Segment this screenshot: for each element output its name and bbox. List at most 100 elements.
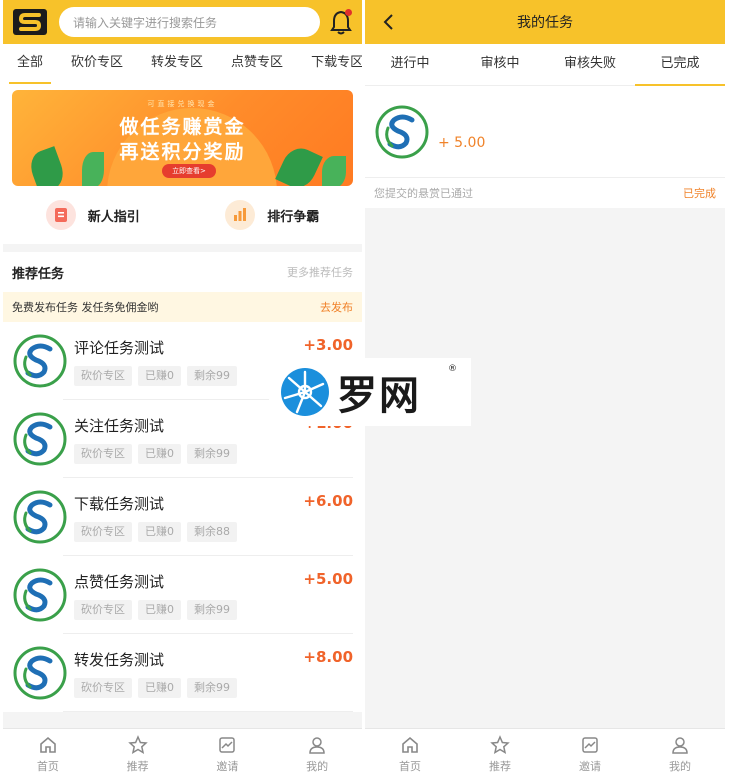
registered-mark: ® [448, 364, 457, 374]
publish-notice: 免费发布任务 发任务免佣金哟 去发布 [3, 292, 362, 322]
bottom-tab-bar: 首页 推荐 邀请 我的 [3, 728, 362, 780]
task-chip: 剩余99 [187, 677, 237, 698]
banner-cta-button[interactable]: 立即查看> [162, 164, 216, 178]
more-recommended-link[interactable]: 更多推荐任务 [287, 264, 353, 280]
tab-home[interactable]: 首页 [365, 729, 455, 780]
banner-tag: 可直接兑换现金 [147, 100, 218, 108]
tab-invite[interactable]: 邀请 [545, 729, 635, 780]
invite-icon [582, 737, 598, 753]
search-placeholder: 请输入关键字进行搜索任务 [73, 15, 218, 30]
tab-review-failed[interactable]: 审核失败 [545, 44, 635, 85]
my-task-card[interactable]: + 5.00 您提交的悬赏已通过 已完成 [365, 86, 725, 208]
task-reward: +6.00 [303, 492, 353, 510]
my-task-amount: + 5.00 [438, 134, 486, 151]
task-reward: +8.00 [303, 648, 353, 666]
user-icon [672, 737, 688, 754]
task-chips: 砍价专区 已赚0 剩余99 [74, 599, 353, 620]
bottom-tab-bar-right: 首页 推荐 邀请 我的 [365, 728, 725, 780]
task-avatar-icon [13, 568, 67, 622]
tab-download[interactable]: 下载专区 [297, 44, 362, 84]
notice-text: 免费发布任务 发任务免佣金哟 [12, 301, 159, 314]
my-tasks-header: 我的任务 [365, 0, 725, 44]
guide-icon [45, 200, 76, 230]
task-chip: 砍价专区 [74, 521, 132, 542]
task-avatar-icon [13, 646, 67, 700]
star-icon [490, 735, 510, 755]
home-top-bar: 请输入关键字进行搜索任务 [3, 0, 362, 44]
task-avatar-icon [13, 490, 67, 544]
page-title: 我的任务 [517, 15, 573, 31]
task-reward: +5.00 [303, 570, 353, 588]
tab-completed[interactable]: 已完成 [635, 44, 725, 86]
task-chip: 砍价专区 [74, 677, 132, 698]
tab-bargain[interactable]: 砍价专区 [57, 44, 137, 84]
watermark: 罗网 ® [269, 358, 471, 426]
tab-all[interactable]: 全部 [3, 44, 57, 84]
task-reward: +3.00 [303, 336, 353, 354]
tab-mine-label: 我的 [306, 760, 329, 773]
task-chip: 砍价专区 [74, 443, 132, 464]
task-chip: 已赚0 [138, 599, 181, 620]
ranking-icon [225, 200, 256, 230]
newbie-guide-link[interactable]: 新人指引 [3, 186, 183, 244]
task-chip: 已赚0 [138, 365, 181, 386]
search-input[interactable]: 请输入关键字进行搜索任务 [59, 7, 320, 37]
my-task-message: 您提交的悬赏已通过 [374, 187, 473, 200]
logo-s-icon [13, 9, 47, 35]
task-row[interactable]: 点赞任务测试 砍价专区 已赚0 剩余99 +5.00 [3, 556, 362, 634]
banner-headline-2: 再送积分奖励 [119, 141, 246, 163]
task-chips: 砍价专区 已赚0 剩余99 [74, 677, 353, 698]
task-chip: 剩余99 [187, 365, 237, 386]
publish-link[interactable]: 去发布 [320, 299, 353, 315]
task-chip: 已赚0 [138, 677, 181, 698]
tab-home-label: 首页 [36, 760, 59, 773]
tab-home[interactable]: 首页 [3, 729, 93, 780]
invite-icon [219, 737, 236, 753]
tab-invite-label: 邀请 [579, 760, 601, 773]
ranking-link[interactable]: 排行争霸 [183, 186, 363, 244]
tab-recommend-label: 推荐 [489, 760, 511, 773]
task-chip: 已赚0 [138, 521, 181, 542]
task-chip: 剩余99 [187, 443, 237, 464]
task-chip: 砍价专区 [74, 365, 132, 386]
task-row[interactable]: 转发任务测试 砍价专区 已赚0 剩余99 +8.00 [3, 634, 362, 712]
tab-recommend[interactable]: 推荐 [455, 729, 545, 780]
task-avatar-icon [13, 412, 67, 466]
tab-mine[interactable]: 我的 [635, 729, 725, 780]
back-arrow-icon[interactable] [379, 12, 399, 32]
tab-invite[interactable]: 邀请 [183, 729, 273, 780]
tab-mine[interactable]: 我的 [272, 729, 362, 780]
task-chip: 剩余99 [187, 599, 237, 620]
banner-headline-1: 做任务赚赏金 [119, 116, 246, 138]
user-icon [309, 737, 325, 754]
category-tabs: 全部 砍价专区 转发专区 点赞专区 下载专区 [3, 44, 362, 84]
task-avatar-icon [13, 334, 67, 388]
task-chips: 砍价专区 已赚0 剩余88 [74, 521, 353, 542]
notification-bell-icon[interactable] [330, 9, 352, 35]
recommended-section: 推荐任务 更多推荐任务 免费发布任务 发任务免佣金哟 去发布 评论任务测试 砍价专… [3, 252, 362, 712]
newbie-guide-label: 新人指引 [87, 209, 140, 225]
app-logo[interactable] [13, 8, 47, 36]
section-title: 推荐任务 [12, 266, 65, 282]
banner-wrap: 可直接兑换现金 做任务赚赏金 再送积分奖励 立即查看> [3, 84, 362, 186]
promo-banner[interactable]: 可直接兑换现金 做任务赚赏金 再送积分奖励 立即查看> [12, 90, 353, 186]
tab-mine-label: 我的 [669, 760, 691, 773]
tab-recommend[interactable]: 推荐 [93, 729, 183, 780]
tab-under-review[interactable]: 审核中 [455, 44, 545, 85]
notification-dot [345, 9, 352, 16]
home-icon [40, 736, 56, 753]
home-icon [402, 736, 418, 753]
section-header: 推荐任务 更多推荐任务 [3, 252, 362, 292]
my-task-row: + 5.00 [365, 86, 725, 178]
task-avatar-icon [375, 105, 429, 158]
ranking-label: 排行争霸 [267, 209, 320, 225]
task-row[interactable]: 下载任务测试 砍价专区 已赚0 剩余88 +6.00 [3, 478, 362, 556]
task-chips: 砍价专区 已赚0 剩余99 [74, 443, 353, 464]
task-chip: 砍价专区 [74, 599, 132, 620]
status-tabs: 进行中 审核中 审核失败 已完成 [365, 44, 725, 86]
tab-share[interactable]: 转发专区 [137, 44, 217, 84]
tab-in-progress[interactable]: 进行中 [365, 44, 455, 85]
tab-like[interactable]: 点赞专区 [217, 44, 297, 84]
task-chip: 已赚0 [138, 443, 181, 464]
tab-home-label: 首页 [399, 760, 421, 773]
